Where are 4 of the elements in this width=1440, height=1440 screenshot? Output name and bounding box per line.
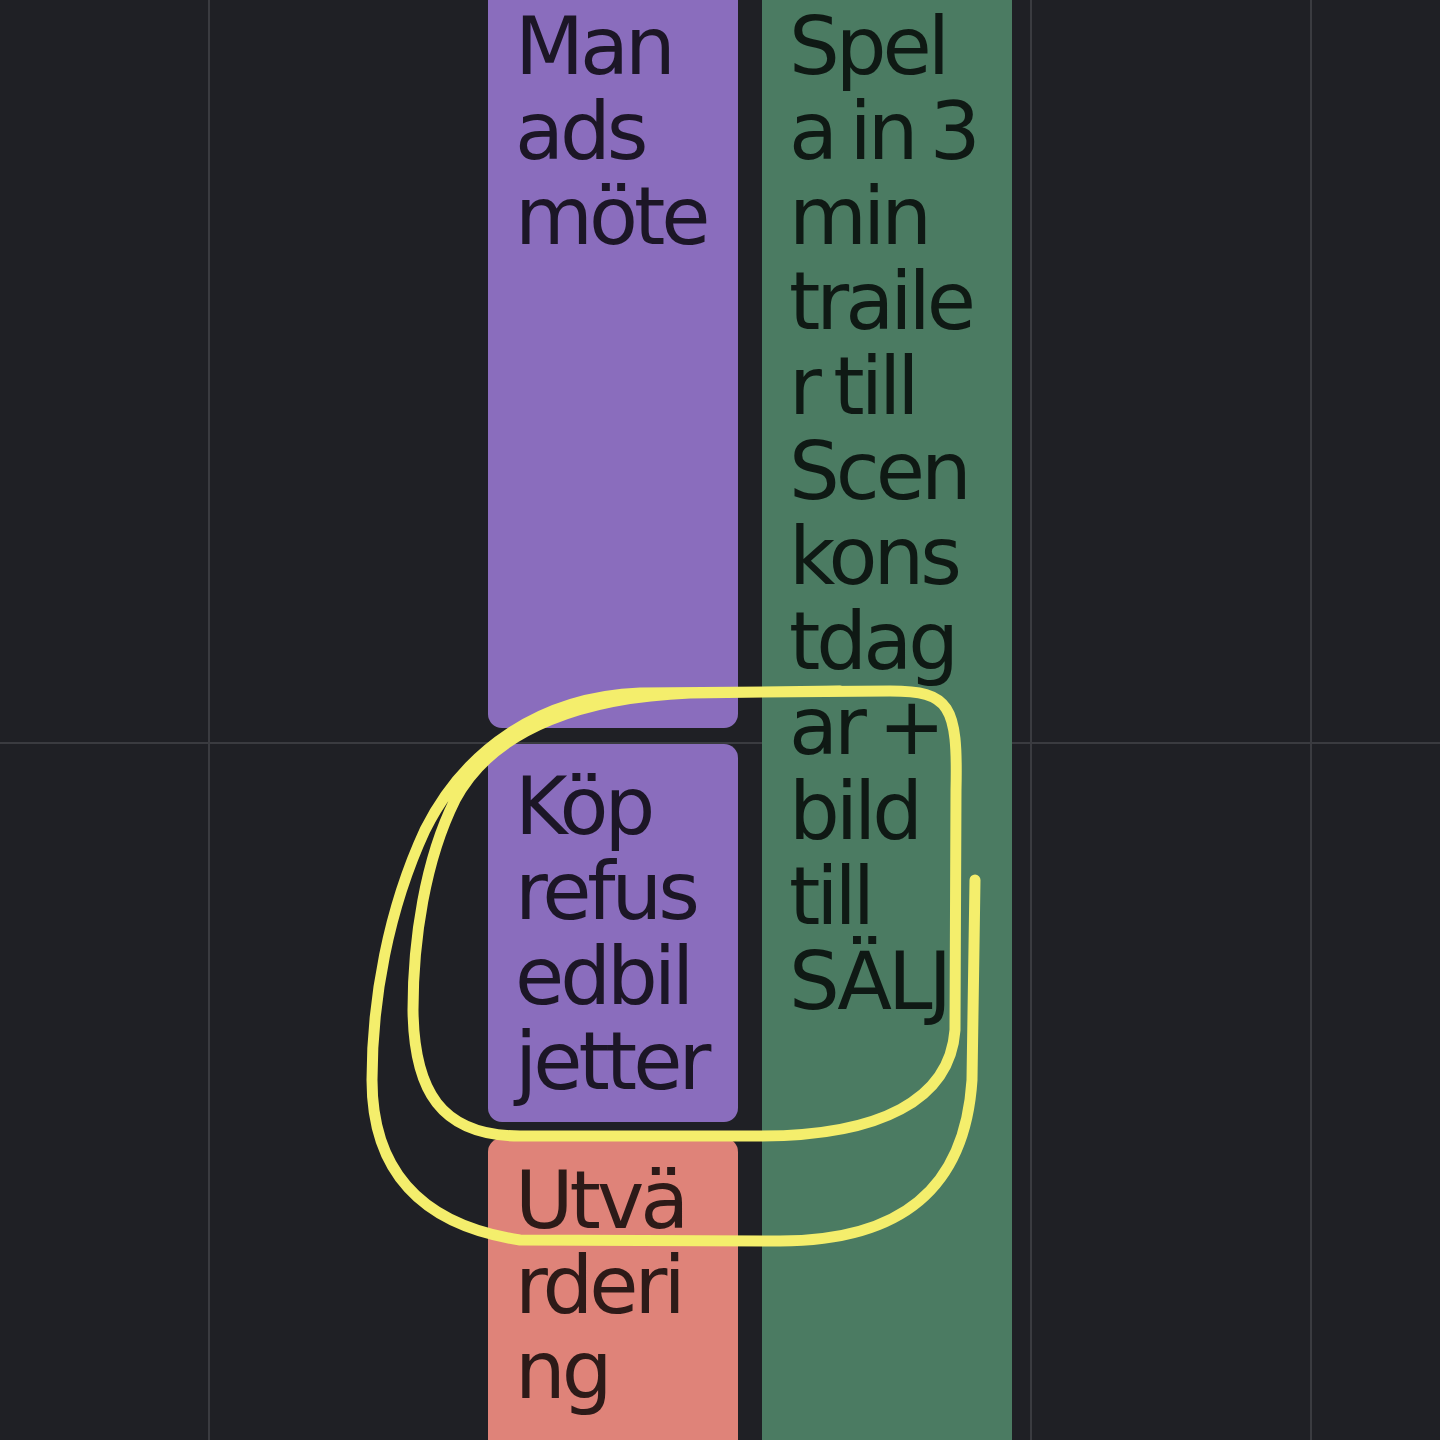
calendar-event[interactable]: Utvärdering (488, 1138, 738, 1440)
calendar-event[interactable]: Spela in 3 min trailer till Scenkonstdagar + bild till SÄLJ (762, 0, 1012, 1440)
calendar-event[interactable]: Köp refusedbiljetter (488, 744, 738, 1122)
calendar-event[interactable]: Manadsmöte (488, 0, 738, 728)
